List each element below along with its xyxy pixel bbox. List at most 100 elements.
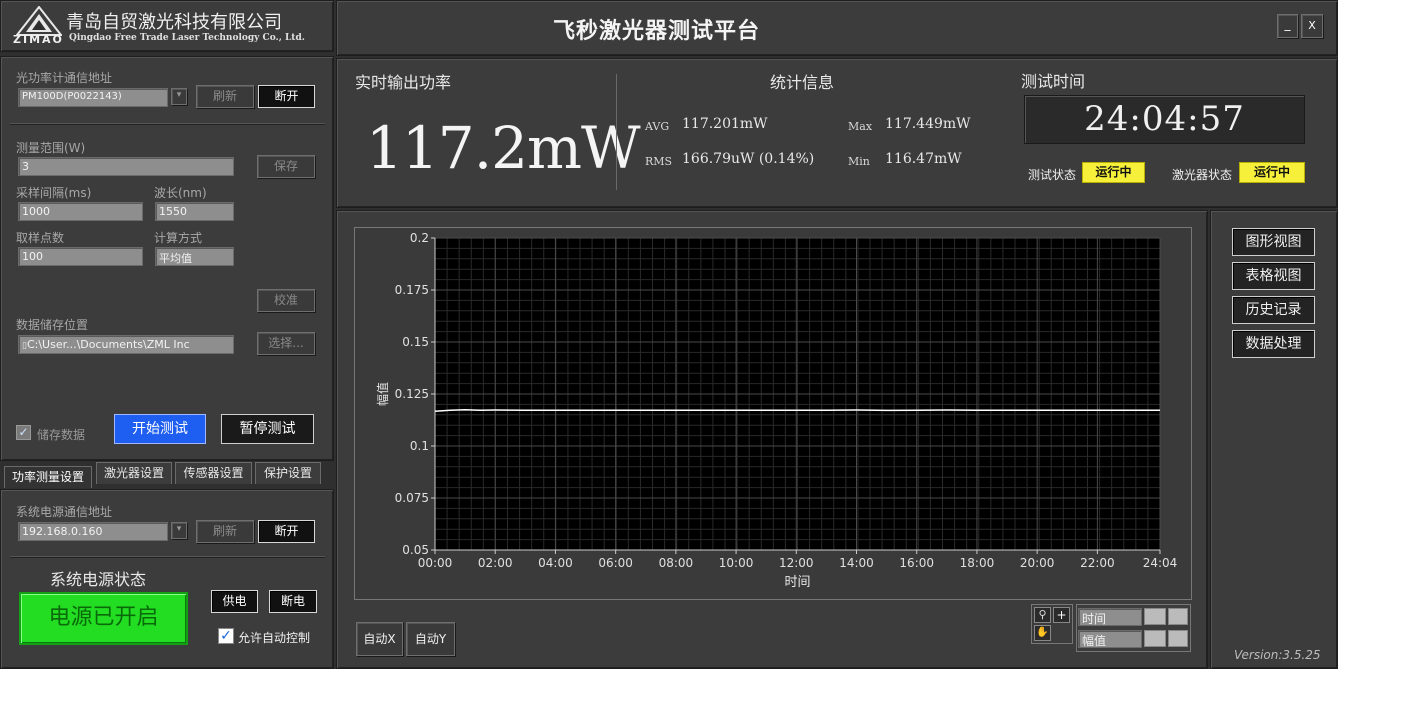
x-axis-label: 时间 [784,575,810,590]
pan-hand-icon[interactable]: ✋ [1034,625,1051,641]
power-off-button[interactable]: 断电 [269,590,317,613]
rms-value: 166.79uW (0.14%) [682,151,815,167]
supply-addr-label: 系统电源通信地址 [16,505,113,519]
graph-view-button[interactable]: 图形视图 [1232,228,1315,256]
supply-disconnect-button[interactable]: 断开 [258,520,315,543]
table-view-button[interactable]: 表格视图 [1232,262,1315,290]
realtime-power-value: 117.2mW [366,114,641,182]
y-tick-label: 0.175 [395,283,429,297]
y-axis-label: 幅值 [375,382,390,406]
info-divider [616,74,617,190]
x-tick-label: 02:00 [478,556,513,570]
minimize-button[interactable]: _ [1277,14,1298,38]
zimao-logo-icon [16,6,62,36]
y-tick-label: 0.075 [395,491,429,505]
calc-method-label: 计算方式 [154,231,203,245]
x-tick-label: 08:00 [659,556,694,570]
wavelength-label: 波长(nm) [154,186,207,200]
scale-time-label: 时间 [1078,608,1142,626]
auto-control-label: 允许自动控制 [238,631,311,645]
x-tick-label: 12:00 [779,556,814,570]
calc-method-select[interactable]: 平均值 [155,247,234,266]
company-name-cn: 青岛自贸激光科技有限公司 [66,12,282,33]
max-key: Max [848,120,873,133]
company-name-en: Qingdao Free Trade Laser Technology Co.,… [69,33,305,43]
data-processing-button[interactable]: 数据处理 [1232,330,1315,358]
samples-input[interactable]: 100 [18,247,143,266]
close-button[interactable]: X [1301,14,1323,38]
title-bar [336,0,1338,56]
scale-amp-format-icon[interactable] [1168,630,1188,647]
logo-text: ZIMAO [13,33,64,46]
supply-status-title: 系统电源状态 [50,570,147,589]
scale-time-lock-icon[interactable] [1144,608,1166,625]
supply-addr-select[interactable]: 192.168.0.160 [18,522,168,541]
storage-label: 数据储存位置 [16,318,89,332]
store-data-checkbox[interactable]: ✓ [16,425,31,440]
tab-laser-settings[interactable]: 激光器设置 [96,462,172,484]
x-tick-label: 22:00 [1080,556,1115,570]
version-label: Version:3.5.25 [1234,648,1321,662]
y-tick-label: 0.2 [410,231,429,245]
meter-addr-select[interactable]: PM100D(P0022143) [18,88,168,107]
y-tick-label: 0.125 [395,387,429,401]
laser-status-badge: 运行中 [1239,162,1305,183]
x-tick-label: 16:00 [899,556,934,570]
avg-key: AVG [645,120,670,133]
calibrate-button[interactable]: 校准 [257,289,315,312]
interval-label: 采样间隔(ms) [16,186,92,200]
tab-protection-settings[interactable]: 保护设置 [255,462,321,484]
x-tick-label: 14:00 [839,556,874,570]
auto-x-button[interactable]: 自动X [356,622,403,656]
rms-key: RMS [645,155,673,168]
x-tick-label: 20:00 [1020,556,1055,570]
start-test-button[interactable]: 开始测试 [114,414,206,444]
range-label: 测量范围(W) [16,141,86,155]
pause-test-button[interactable]: 暂停测试 [221,414,314,444]
cursor-plus-icon[interactable]: + [1053,607,1070,623]
tab-power-measure[interactable]: 功率测量设置 [4,466,92,488]
avg-value: 117.201mW [682,116,768,132]
meter-addr-label: 光功率计通信地址 [16,71,113,85]
history-button[interactable]: 历史记录 [1232,296,1315,324]
meter-disconnect-button[interactable]: 断开 [258,85,315,108]
storage-path-input[interactable]: ▯C:\User...\Documents\ZML Inc [18,335,234,354]
test-time-display: 24:04:57 [1024,95,1305,144]
samples-label: 取样点数 [16,231,65,245]
auto-y-button[interactable]: 自动Y [406,622,455,656]
meter-addr-dropdown-icon[interactable]: ▾ [171,88,187,105]
power-chart[interactable]: 0.2 0.175 0.15 0.125 0.1 0.075 0.0500:00 02:00 0… [355,228,1191,599]
storage-path-value: C:\User...\Documents\ZML Inc [26,338,190,351]
realtime-power-title: 实时输出功率 [355,73,452,92]
test-time-title: 测试时间 [1021,72,1086,91]
divider [10,556,325,557]
range-save-button[interactable]: 保存 [257,155,315,178]
interval-input[interactable]: 1000 [18,202,143,221]
meter-refresh-button[interactable]: 刷新 [196,85,254,108]
zoom-icon[interactable]: ⚲ [1034,607,1051,623]
y-tick-label: 0.1 [410,439,429,453]
scale-amp-lock-icon[interactable] [1144,630,1166,647]
tab-sensor-settings[interactable]: 传感器设置 [175,462,252,484]
power-on-button[interactable]: 供电 [211,590,258,613]
auto-control-checkbox[interactable]: ✓ [218,628,234,644]
select-path-button[interactable]: 选择... [257,332,315,355]
test-status-label: 测试状态 [1028,168,1077,182]
min-value: 116.47mW [885,151,962,167]
range-input[interactable]: 3 [18,157,234,176]
divider [10,123,325,124]
y-tick-label: 0.05 [402,543,429,557]
store-data-label: 储存数据 [37,428,86,442]
test-status-badge: 运行中 [1082,162,1145,183]
supply-addr-dropdown-icon[interactable]: ▾ [171,522,187,539]
min-key: Min [848,155,870,168]
supply-refresh-button[interactable]: 刷新 [196,520,254,543]
x-tick-label: 04:00 [538,556,573,570]
max-value: 117.449mW [885,116,971,132]
scale-time-format-icon[interactable] [1168,608,1188,625]
x-tick-label: 06:00 [598,556,633,570]
laser-status-label: 激光器状态 [1172,168,1233,182]
app-title: 飞秒激光器测试平台 [553,18,761,44]
wavelength-input[interactable]: 1550 [155,202,234,221]
supply-status-indicator: 电源已开启 [19,592,188,645]
